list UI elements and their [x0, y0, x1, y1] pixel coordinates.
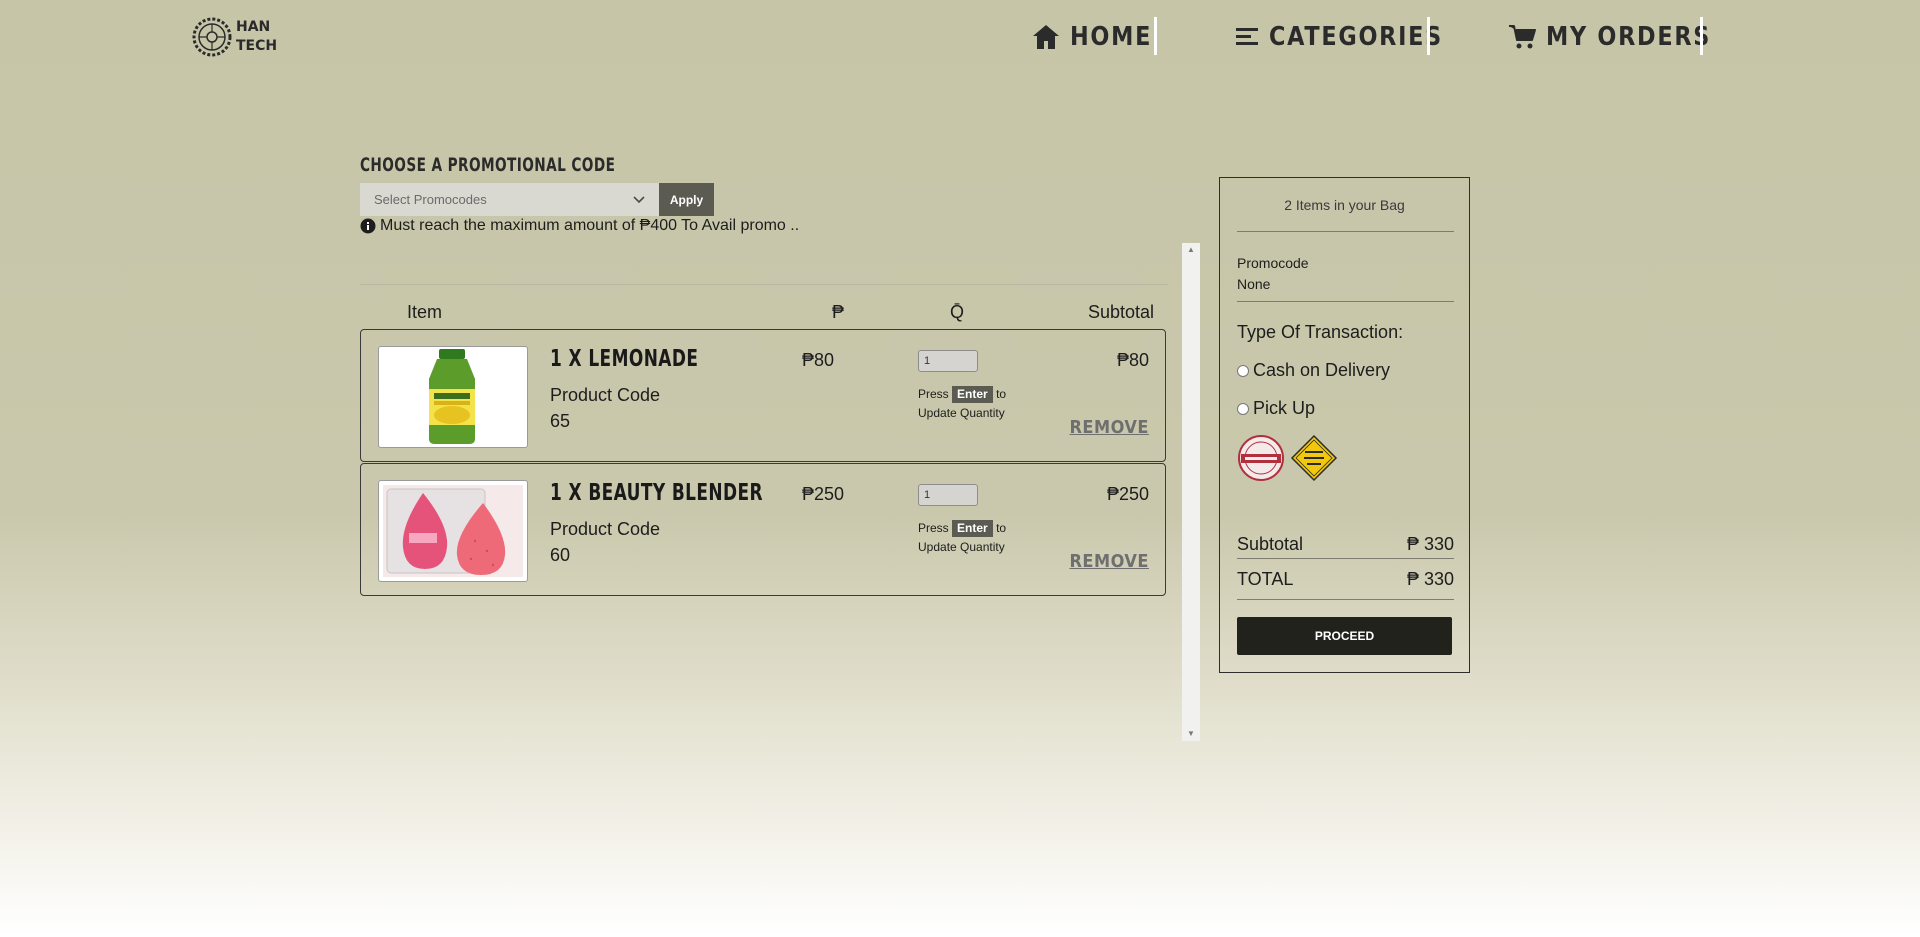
nav-categories-label: CATEGORIES — [1269, 22, 1443, 52]
order-summary-panel: 2 Items in your Bag Promocode None Type … — [1219, 177, 1470, 673]
divider — [1237, 599, 1454, 600]
nav-home[interactable]: HOME — [1032, 18, 1166, 56]
product-image — [378, 480, 528, 582]
divider — [360, 284, 1168, 285]
promocode-value: None — [1237, 276, 1271, 292]
divider — [1237, 558, 1454, 559]
item-subtotal: ₱250 — [1106, 484, 1149, 504]
quantity-hint: Press Enter to Update Quantity — [918, 385, 1018, 423]
promo-select[interactable]: Select Promocodes — [360, 183, 659, 216]
total-label: TOTAL — [1237, 569, 1294, 589]
pickup-badge-icon — [1290, 434, 1338, 482]
item-subtotal: ₱80 — [1116, 350, 1149, 370]
promo-note-text: Must reach the maximum amount of ₱400 To… — [380, 217, 800, 234]
scroll-up-icon[interactable]: ▲ — [1182, 243, 1200, 257]
product-code-value: 65 — [550, 411, 571, 431]
nav-my-orders-label: MY ORDERS — [1546, 22, 1712, 52]
menu-lines-icon — [1236, 28, 1258, 45]
transaction-type-label: Type Of Transaction: — [1237, 322, 1404, 342]
promo-title: CHOOSE A PROMOTIONAL CODE — [360, 154, 616, 176]
hint-press: Press — [918, 387, 949, 401]
quantity-hint: Press Enter to Update Quantity — [918, 519, 1018, 557]
promocode-label: Promocode — [1237, 255, 1309, 271]
promo-select-placeholder: Select Promocodes — [374, 192, 487, 207]
item-price: ₱250 — [802, 484, 845, 504]
item-name: 1 X LEMONADE — [550, 346, 699, 372]
column-header-item: Item — [407, 302, 443, 322]
divider — [1237, 231, 1454, 232]
pick-up-radio[interactable] — [1237, 402, 1249, 415]
promo-note: Must reach the maximum amount of ₱400 To… — [360, 216, 799, 236]
total-value: ₱ 330 — [1406, 569, 1454, 589]
nav-separator — [1154, 17, 1157, 55]
brand-logo[interactable]: HAN TECH — [192, 16, 282, 58]
hint-press: Press — [918, 521, 949, 535]
divider — [1237, 301, 1454, 302]
nav-categories[interactable]: CATEGORIES — [1235, 18, 1471, 56]
bag-item-count: 2 Items in your Bag — [1284, 197, 1405, 213]
quantity-input[interactable] — [918, 484, 978, 506]
cart-scrollbar[interactable]: ▲ ▼ — [1182, 243, 1200, 741]
lemonade-bottle-image — [429, 349, 475, 444]
enter-key-badge: Enter — [952, 386, 993, 403]
quantity-input[interactable] — [918, 350, 978, 372]
nav-my-orders[interactable]: MY ORDERS — [1508, 18, 1738, 56]
product-code-label: Product Code — [550, 519, 661, 539]
cart-item: 1 X BEAUTY BLENDER Product Code 60 ₱250 … — [360, 463, 1166, 596]
home-icon — [1033, 25, 1059, 49]
item-price: ₱80 — [802, 350, 835, 370]
pick-up-label: Pick Up — [1253, 398, 1316, 418]
hint-to: to — [996, 521, 1007, 535]
brand-line-1: HAN — [236, 19, 271, 35]
proceed-button[interactable]: PROCEED — [1237, 617, 1452, 655]
nav-separator — [1700, 17, 1703, 55]
hint-update-quantity: Update Quantity — [918, 406, 1005, 420]
remove-item-link[interactable]: REMOVE — [1069, 551, 1149, 572]
cash-on-delivery-label: Cash on Delivery — [1253, 360, 1391, 380]
total-row: TOTAL ₱ 330 — [1237, 569, 1454, 590]
info-icon — [360, 218, 376, 234]
subtotal-row: Subtotal ₱ 330 — [1237, 534, 1454, 555]
hint-update-quantity: Update Quantity — [918, 540, 1005, 554]
beauty-blender-image — [383, 485, 523, 577]
enter-key-badge: Enter — [952, 520, 993, 537]
brand-line-2: TECH — [236, 38, 278, 54]
apply-button[interactable]: Apply — [659, 183, 714, 216]
subtotal-label: Subtotal — [1237, 534, 1304, 554]
column-header-subtotal: Subtotal — [1088, 302, 1155, 322]
column-header-price: ₱ — [832, 302, 845, 322]
remove-item-link[interactable]: REMOVE — [1069, 417, 1149, 438]
scroll-down-icon[interactable]: ▼ — [1182, 727, 1200, 741]
item-name: 1 X BEAUTY BLENDER — [550, 480, 763, 506]
radio-pick-up[interactable]: Pick Up — [1237, 398, 1315, 419]
product-code-value: 60 — [550, 545, 571, 565]
brand-name: HAN TECH — [236, 18, 277, 56]
chevron-down-icon — [633, 195, 645, 203]
product-code-label: Product Code — [550, 385, 661, 405]
nav-home-label: HOME — [1070, 22, 1153, 52]
cart-item: 1 X LEMONADE Product Code 65 ₱80 Press E… — [360, 329, 1166, 462]
cash-on-delivery-badge-icon — [1238, 435, 1284, 481]
hint-to: to — [996, 387, 1007, 401]
subtotal-value: ₱ 330 — [1406, 534, 1454, 554]
tire-logo-icon — [192, 17, 232, 57]
cash-on-delivery-radio[interactable] — [1237, 364, 1249, 377]
nav-separator — [1427, 17, 1430, 55]
radio-cash-on-delivery[interactable]: Cash on Delivery — [1237, 360, 1390, 381]
cart-icon — [1509, 25, 1536, 49]
product-image — [378, 346, 528, 448]
column-header-quantity: Q̄ — [950, 302, 965, 322]
